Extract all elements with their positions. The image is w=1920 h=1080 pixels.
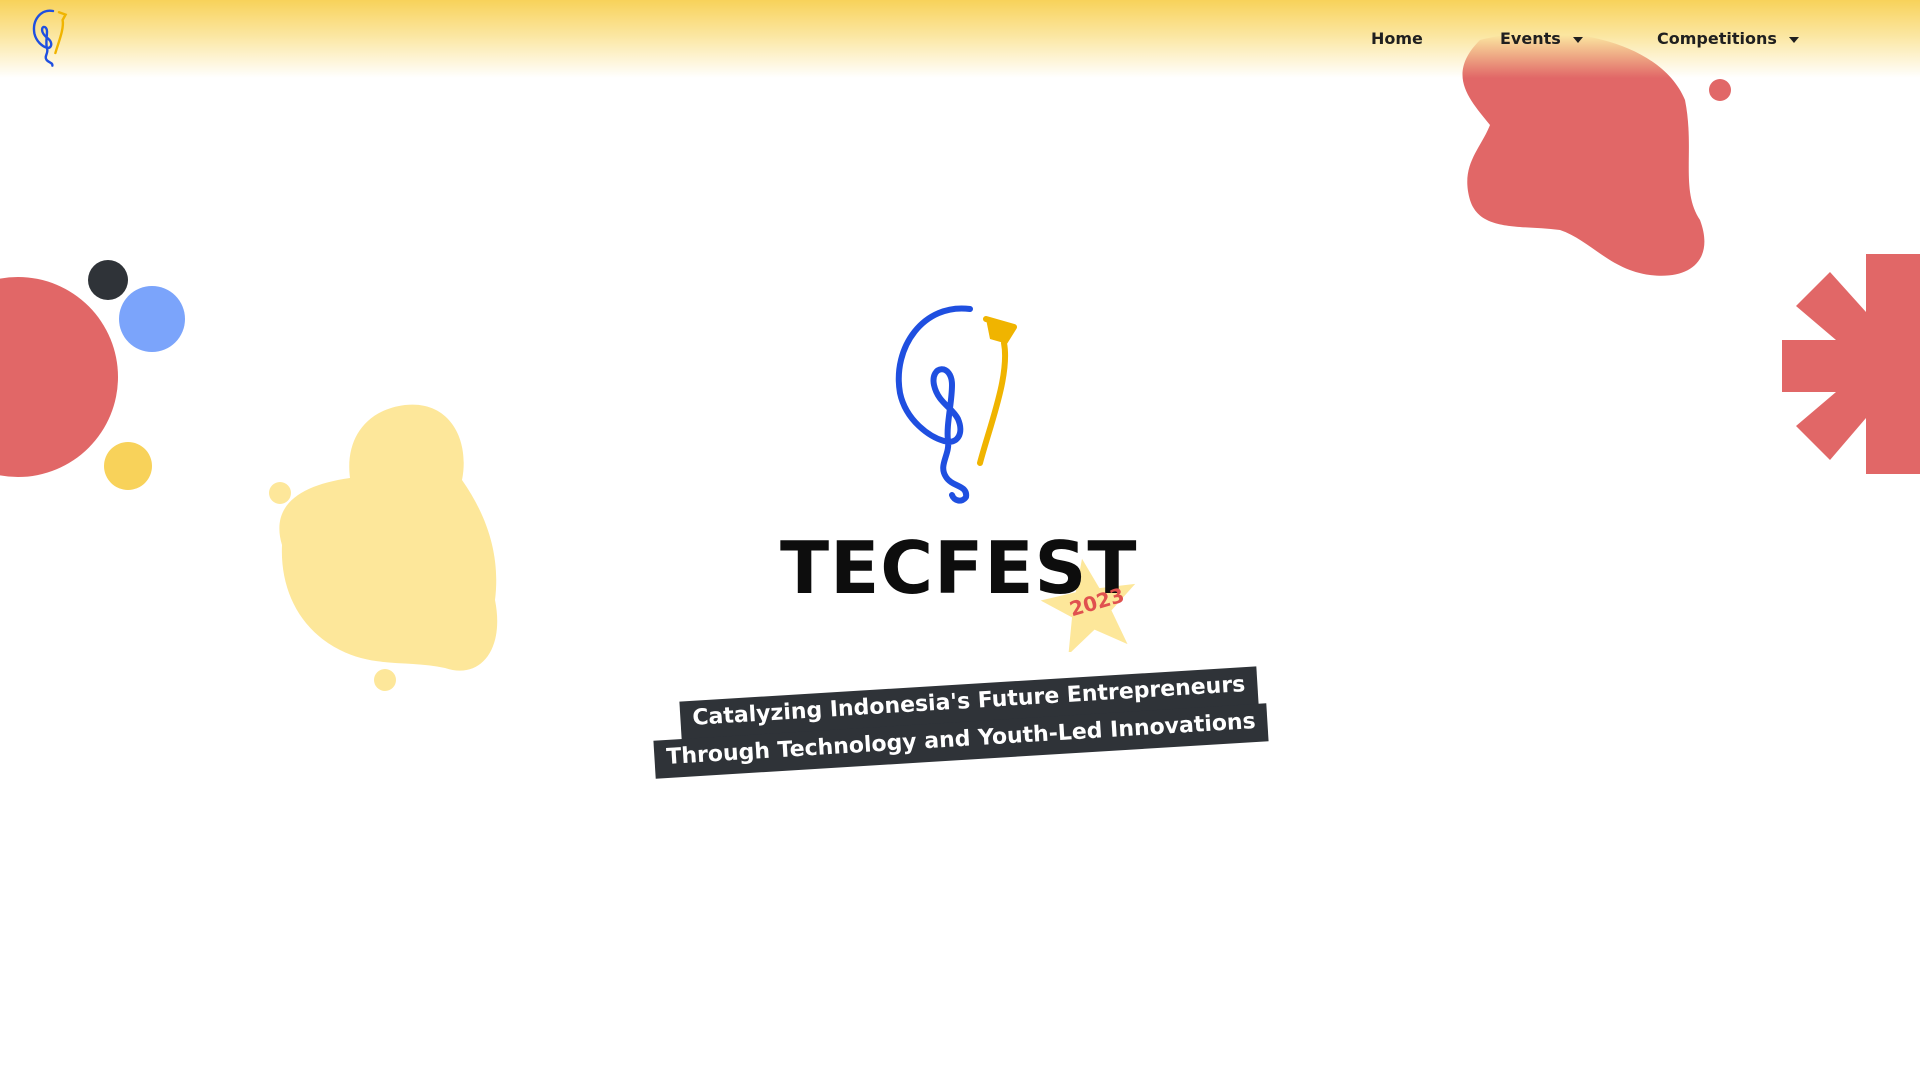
hero-bulb-logo-icon xyxy=(895,305,1017,504)
nav-home[interactable]: Home xyxy=(1371,29,1423,48)
yellow-small-dot-2 xyxy=(374,669,396,691)
dark-dot-decor xyxy=(88,260,128,300)
nav-events-label: Events xyxy=(1500,29,1561,48)
red-circle-decor xyxy=(0,277,118,477)
red-cog-decor xyxy=(1782,254,1920,474)
blue-dot-decor xyxy=(119,286,185,352)
header-bulb-logo-icon[interactable] xyxy=(28,8,72,68)
nav-home-label: Home xyxy=(1371,29,1423,48)
page: Home Events Competitions TECFEST 2023 Ca… xyxy=(0,0,1920,1080)
nav-competitions[interactable]: Competitions xyxy=(1657,29,1799,48)
yellow-dot-decor xyxy=(104,442,152,490)
nav-competitions-label: Competitions xyxy=(1657,29,1777,48)
chevron-down-icon xyxy=(1572,36,1583,43)
chevron-down-icon xyxy=(1788,36,1799,43)
site-header: Home Events Competitions xyxy=(0,0,1920,78)
yellow-blob-decor xyxy=(279,404,498,671)
yellow-small-dot-1 xyxy=(269,482,291,504)
red-small-dot xyxy=(1709,79,1731,101)
nav-events[interactable]: Events xyxy=(1500,29,1583,48)
